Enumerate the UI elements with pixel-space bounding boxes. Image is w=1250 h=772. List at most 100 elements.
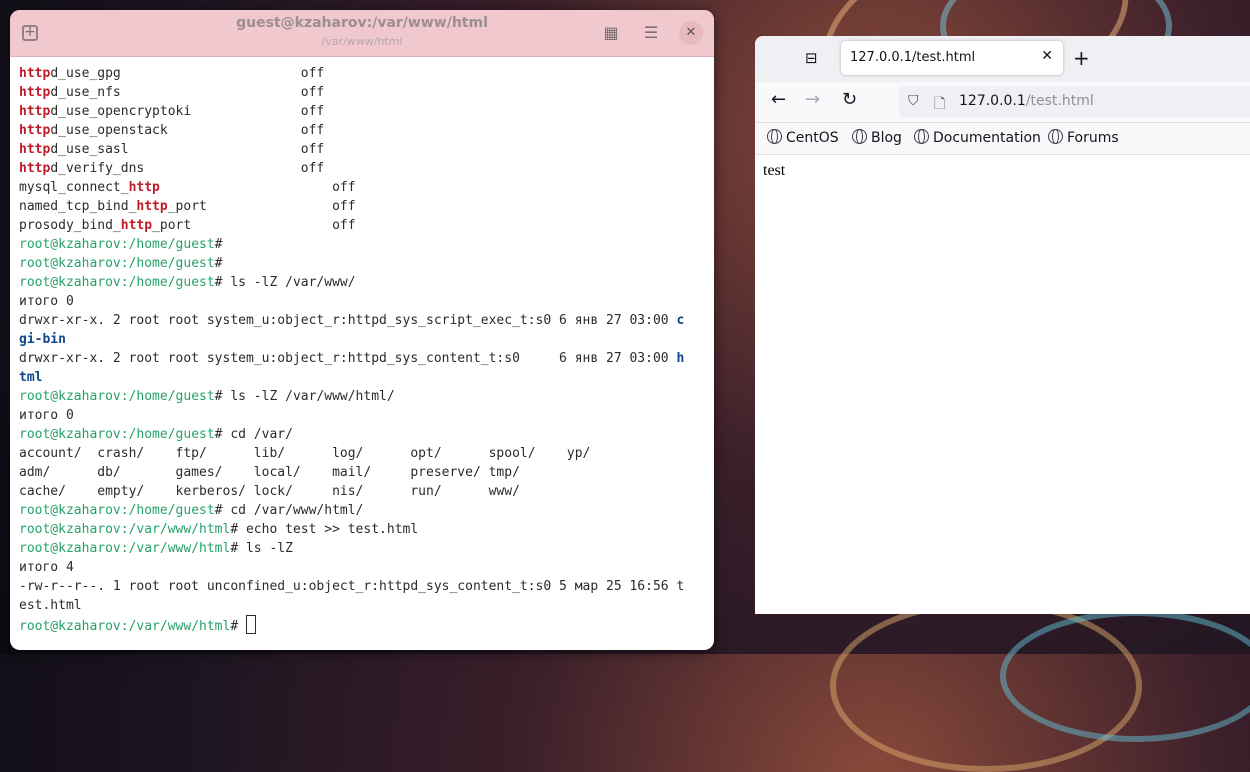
terminal-text: drwxr-xr-x. 2 root root system_u:object_… [19, 313, 677, 328]
terminal-line: est.html [19, 596, 706, 615]
terminal-line: root@kzaharov:/home/guest# cd /var/ [19, 425, 706, 444]
bookmark-label: Blog [871, 130, 902, 146]
terminal-text: _port off [152, 218, 356, 233]
terminal-text: mysql_connect_ [19, 180, 129, 195]
terminal-line: -rw-r--r--. 1 root root unconfined_u:obj… [19, 577, 706, 596]
terminal-text: # cd /var/ [214, 427, 293, 442]
terminal-line: account/ crash/ ftp/ lib/ log/ opt/ spoo… [19, 444, 706, 463]
bookmark-label: CentOS [786, 130, 839, 146]
reload-icon[interactable]: ↻ [842, 89, 857, 110]
terminal-text: root@kzaharov [19, 522, 121, 537]
terminal-text: # ls -lZ [230, 541, 293, 556]
terminal-text: # [214, 237, 223, 252]
shield-icon[interactable]: ⛉ [908, 93, 919, 109]
bookmarks-toolbar: CentOS Blog Documentation Forums [755, 123, 1250, 155]
terminal-line: httpd_use_nfs off [19, 83, 706, 102]
terminal-line: httpd_use_sasl off [19, 140, 706, 159]
terminal-line: root@kzaharov:/var/www/html# ls -lZ [19, 539, 706, 558]
globe-icon [852, 129, 867, 144]
terminal-text: root@kzaharov [19, 256, 121, 271]
bookmark-centos[interactable]: CentOS [767, 129, 839, 146]
terminal-text: prosody_bind_ [19, 218, 121, 233]
terminal-text: http [19, 66, 51, 81]
terminal-text: http [19, 142, 51, 157]
page-icon[interactable]: 🗋 [934, 93, 945, 117]
globe-icon [1048, 129, 1063, 144]
terminal-line: cache/ empty/ kerberos/ lock/ nis/ run/ … [19, 482, 706, 501]
terminal-text: # ls -lZ /var/www/html/ [214, 389, 395, 404]
bookmark-documentation[interactable]: Documentation [914, 129, 1041, 146]
terminal-text: gi-bin [19, 332, 66, 347]
tab-close-icon[interactable]: ✕ [1041, 48, 1053, 64]
terminal-text: root@kzaharov [19, 275, 121, 290]
terminal-text: root@kzaharov [19, 619, 121, 634]
terminal-text: h [676, 351, 685, 366]
bookmark-blog[interactable]: Blog [852, 129, 902, 146]
terminal-text: root@kzaharov [19, 389, 121, 404]
page-content: test [763, 162, 786, 179]
terminal-line: tml [19, 368, 706, 387]
terminal-text: account/ crash/ ftp/ lib/ log/ opt/ spoo… [19, 446, 591, 461]
terminal-line: prosody_bind_http_port off [19, 216, 706, 235]
terminal-line: adm/ db/ games/ local/ mail/ preserve/ t… [19, 463, 706, 482]
tab-title: 127.0.0.1/test.html [850, 50, 976, 65]
terminal-output[interactable]: httpd_use_gpg off httpd_use_nfs off httpd_… [19, 64, 706, 636]
terminal-line: mysql_connect_http off [19, 178, 706, 197]
url-path: /test.html [1025, 93, 1094, 109]
terminal-line: httpd_verify_dns off [19, 159, 706, 178]
terminal-text: named_tcp_bind_ [19, 199, 137, 214]
bookmark-label: Forums [1067, 130, 1119, 146]
terminal-text: :/home/guest [120, 237, 215, 252]
terminal-line: httpd_use_opencryptoki off [19, 102, 706, 121]
terminal-line: root@kzaharov:/home/guest# ls -lZ /var/w… [19, 387, 706, 406]
terminal-text: http [128, 180, 160, 195]
terminal-text: # [214, 256, 223, 271]
url-text[interactable]: 127.0.0.1/test.html [959, 93, 1094, 109]
terminal-text: d_use_nfs off [50, 85, 325, 100]
terminal-line: httpd_use_openstack off [19, 121, 706, 140]
close-icon[interactable]: ✕ [679, 21, 703, 45]
bookmark-forums[interactable]: Forums [1048, 129, 1119, 146]
terminal-window[interactable]: + guest@kzaharov:/var/www/html /var/www/… [10, 10, 714, 650]
terminal-text: root@kzaharov [19, 237, 121, 252]
globe-icon [914, 129, 929, 144]
terminal-line: root@kzaharov:/home/guest# cd /var/www/h… [19, 501, 706, 520]
new-tab-button[interactable]: + [1073, 46, 1090, 70]
browser-window[interactable]: ⊟ 127.0.0.1/test.html ✕ + ← → ↻ ⛉ 🗋 127.… [755, 36, 1250, 614]
terminal-line: root@kzaharov:/home/guest# ls -lZ /var/w… [19, 273, 706, 292]
terminal-text: # ls -lZ /var/www/ [214, 275, 356, 290]
terminal-line: итого 4 [19, 558, 706, 577]
forward-icon[interactable]: → [805, 89, 820, 110]
terminal-text: :/var/www/html [120, 522, 231, 537]
tab-active[interactable]: 127.0.0.1/test.html ✕ [841, 41, 1063, 75]
terminal-line: root@kzaharov:/home/guest# [19, 254, 706, 273]
terminal-text: adm/ db/ games/ local/ mail/ preserve/ t… [19, 465, 520, 480]
terminal-cursor [245, 615, 256, 634]
terminal-line: named_tcp_bind_http_port off [19, 197, 706, 216]
url-bar[interactable]: ⛉ 🗋 127.0.0.1/test.html [899, 86, 1250, 118]
terminal-header[interactable]: + guest@kzaharov:/var/www/html /var/www/… [10, 10, 714, 57]
terminal-text: d_verify_dns off [50, 161, 325, 176]
terminal-text: d_use_openstack off [50, 123, 325, 138]
overview-grid-icon[interactable]: ▦ [600, 22, 622, 44]
terminal-line: итого 0 [19, 292, 706, 311]
menu-icon[interactable]: ☰ [640, 22, 662, 44]
terminal-text: cache/ empty/ kerberos/ lock/ nis/ run/ … [19, 484, 520, 499]
terminal-text: http [120, 218, 153, 233]
terminal-text: итого 0 [19, 294, 74, 309]
tab-bar: ⊟ 127.0.0.1/test.html ✕ + [755, 36, 1250, 82]
terminal-text: # echo test >> test.html [230, 522, 419, 537]
terminal-text: :/home/guest [120, 503, 215, 518]
terminal-line: drwxr-xr-x. 2 root root system_u:object_… [19, 311, 706, 330]
tab-list-icon[interactable]: ⊟ [805, 49, 821, 67]
terminal-text: c [676, 313, 685, 328]
terminal-text: tml [19, 370, 43, 385]
terminal-text: # cd /var/www/html/ [214, 503, 364, 518]
terminal-text: root@kzaharov [19, 541, 121, 556]
terminal-line: root@kzaharov:/var/www/html# echo test >… [19, 520, 706, 539]
globe-icon [767, 129, 782, 144]
terminal-line: root@kzaharov:/home/guest# [19, 235, 706, 254]
back-icon[interactable]: ← [771, 89, 786, 110]
terminal-text: drwxr-xr-x. 2 root root system_u:object_… [19, 351, 677, 366]
terminal-text: root@kzaharov [19, 503, 121, 518]
